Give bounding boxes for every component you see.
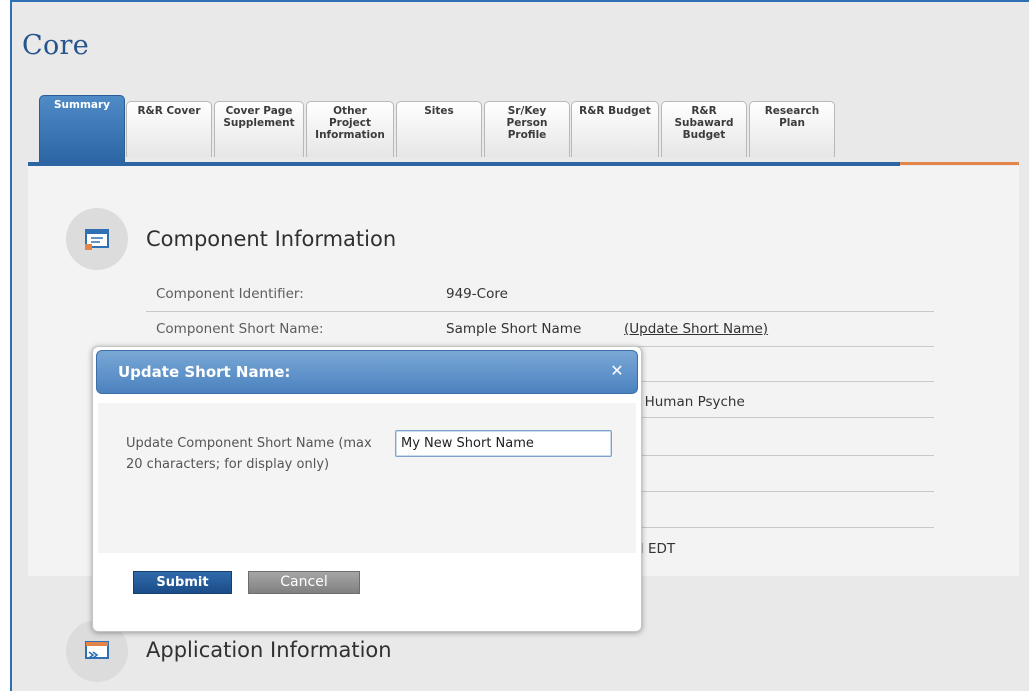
update-short-name-link[interactable]: (Update Short Name)	[624, 321, 768, 337]
dialog-header: Update Short Name: ✕	[96, 350, 638, 394]
tab-underline-accent	[900, 162, 1019, 165]
tab-rr-cover[interactable]: R&R Cover	[126, 101, 212, 157]
tab-rr-budget[interactable]: R&R Budget	[571, 101, 659, 157]
submit-button[interactable]: Submit	[133, 571, 232, 594]
page-title: Core	[22, 30, 89, 61]
info-value: 949-Core	[446, 286, 508, 302]
info-row	[640, 456, 934, 492]
info-value: Sample Short Name	[446, 321, 582, 337]
document-icon	[66, 208, 128, 270]
tab-rr-subaward-budget[interactable]: R&R Subaward Budget	[661, 101, 747, 157]
info-row-component-short-name: Component Short Name: Sample Short Name …	[146, 311, 934, 347]
tab-other-project-information[interactable]: Other Project Information	[306, 101, 394, 157]
close-icon[interactable]: ✕	[609, 363, 625, 379]
tab-cover-page-supplement[interactable]: Cover Page Supplement	[214, 101, 304, 157]
tab-research-plan[interactable]: Research Plan	[749, 101, 835, 157]
short-name-field-label: Update Component Short Name (max 20 char…	[126, 436, 372, 472]
application-information-title: Application Information	[146, 638, 392, 662]
info-row-component-identifier: Component Identifier: 949-Core	[146, 276, 934, 312]
short-name-input[interactable]	[395, 430, 612, 457]
info-row	[640, 420, 934, 456]
tab-sites[interactable]: Sites	[396, 101, 482, 157]
tab-summary[interactable]: Summary	[39, 95, 125, 163]
info-label: Component Identifier:	[156, 286, 304, 302]
info-row	[640, 346, 934, 382]
tab-sr-key-person-profile[interactable]: Sr/Key Person Profile	[484, 101, 570, 157]
info-row	[640, 492, 934, 528]
info-label: Component Short Name:	[156, 321, 324, 337]
info-value-partial: e Human Psyche	[632, 394, 745, 410]
dialog-title: Update Short Name:	[118, 363, 291, 381]
update-short-name-dialog: Update Short Name: ✕ Update Component Sh…	[92, 346, 642, 632]
cancel-button[interactable]: Cancel	[248, 571, 360, 594]
info-row: e Human Psyche	[632, 382, 934, 418]
dialog-body	[98, 403, 636, 553]
component-information-title: Component Information	[146, 227, 397, 251]
